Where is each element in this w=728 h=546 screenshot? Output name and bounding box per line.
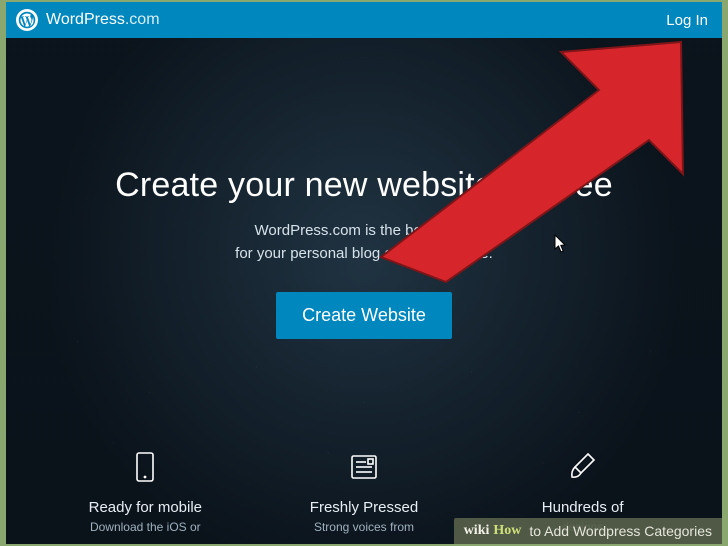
feature-title: Hundreds of xyxy=(483,499,683,516)
brand-prefix: WordPress xyxy=(46,11,125,28)
feature-mobile: Ready for mobile Download the iOS or xyxy=(45,445,245,534)
feature-subtitle: Strong voices from xyxy=(264,520,464,534)
hero-sub-line1: WordPress.com is the best place xyxy=(255,222,474,239)
feature-title: Ready for mobile xyxy=(45,499,245,516)
brush-icon xyxy=(561,445,605,489)
tablet-icon xyxy=(123,445,167,489)
create-website-button[interactable]: Create Website xyxy=(276,292,452,339)
brand[interactable]: WordPress.com xyxy=(16,9,160,31)
tutorial-frame: WordPress.com Log In Create your new web… xyxy=(0,0,728,546)
caption-how: How xyxy=(493,523,521,539)
brand-suffix: .com xyxy=(125,11,160,28)
hero-sub-line2: for your personal blog or business site. xyxy=(235,245,493,262)
hero-headline: Create your new website for free xyxy=(6,166,722,205)
login-link[interactable]: Log In xyxy=(666,12,708,29)
topbar: WordPress.com Log In xyxy=(6,2,722,38)
feature-subtitle: Download the iOS or xyxy=(45,520,245,534)
app-window: WordPress.com Log In Create your new web… xyxy=(6,2,722,544)
caption-wiki: wiki xyxy=(464,523,490,539)
news-icon xyxy=(342,445,386,489)
feature-title: Freshly Pressed xyxy=(264,499,464,516)
hero-content: Create your new website for free WordPre… xyxy=(6,38,722,339)
wordpress-logo-icon xyxy=(16,9,38,31)
hero-subtitle: WordPress.com is the best place for your… xyxy=(6,219,722,266)
caption-text: to Add Wordpress Categories xyxy=(529,523,712,539)
feature-freshly-pressed: Freshly Pressed Strong voices from xyxy=(264,445,464,534)
brand-text: WordPress.com xyxy=(46,11,160,29)
hero: Create your new website for free WordPre… xyxy=(6,38,722,544)
wikihow-caption: wikiHow to Add Wordpress Categories xyxy=(454,518,722,544)
